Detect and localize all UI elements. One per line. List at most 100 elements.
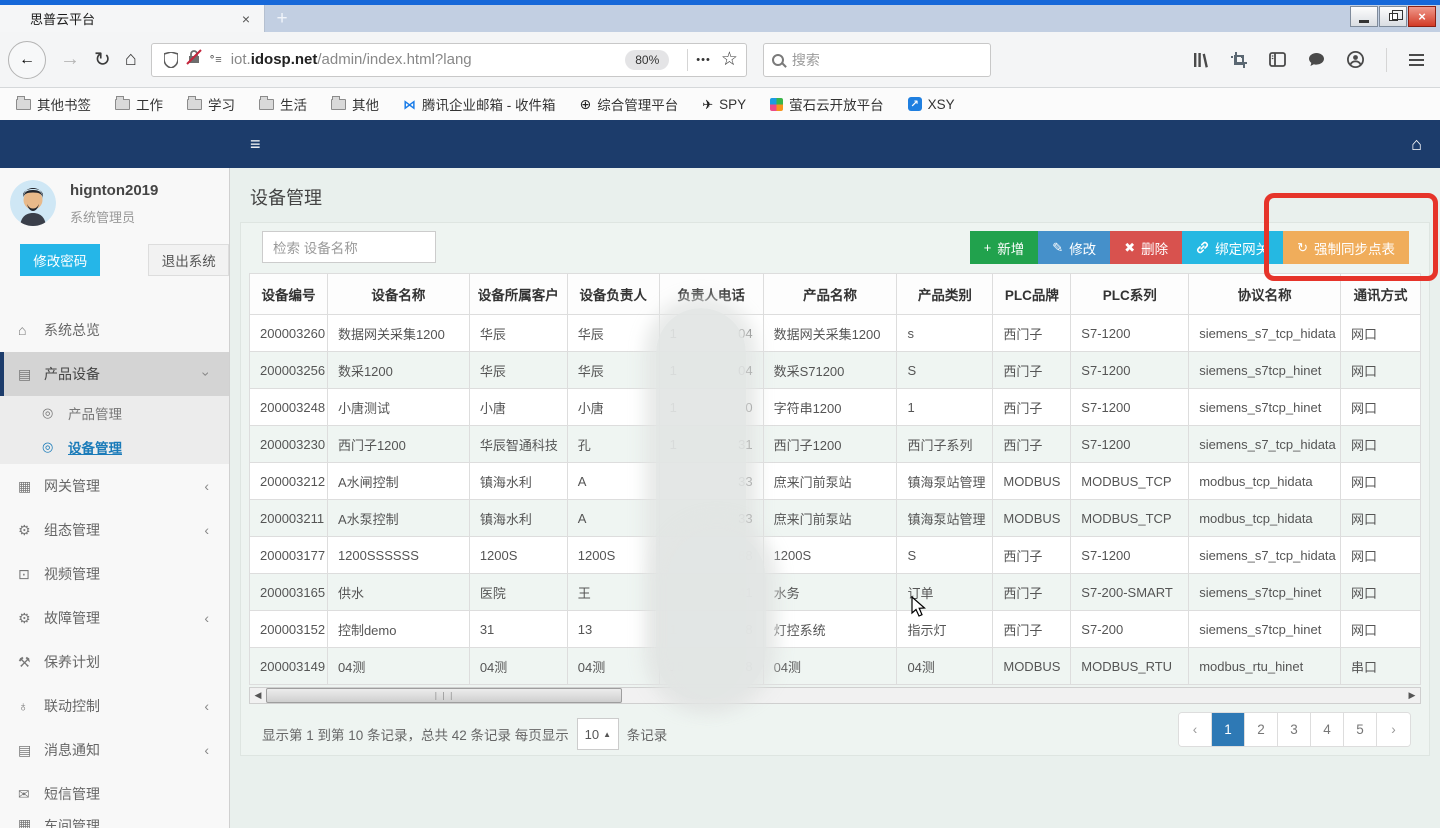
bookmark-spy[interactable]: ✈SPY xyxy=(702,97,746,112)
back-button[interactable]: ← xyxy=(8,41,46,79)
sidebar-item-label: 联动控制 xyxy=(44,696,100,716)
sidebar-item-linkage-control[interactable]: ♁联动控制‹ xyxy=(0,684,229,728)
page-actions-icon[interactable]: ••• xyxy=(696,54,711,66)
scrollbar-thumb[interactable]: ❘❘❘ xyxy=(266,688,622,703)
table-row[interactable]: 200003165供水医院王41水务订单西门子S7-200-SMARTsieme… xyxy=(250,574,1421,611)
messages-icon[interactable] xyxy=(1308,52,1325,67)
table-row[interactable]: 200003256数采1200华辰华辰104数采S71200S西门子S7-120… xyxy=(250,352,1421,389)
menu-icon[interactable] xyxy=(1409,54,1424,66)
sidebar-item-overview[interactable]: ⌂系统总览 xyxy=(0,308,229,352)
close-button[interactable]: × xyxy=(1408,6,1436,27)
page-button-3[interactable]: 3 xyxy=(1278,713,1311,746)
table-row[interactable]: 200003211A水泵控制镇海水利A33庶来门前泵站镇海泵站管理MODBUSM… xyxy=(250,500,1421,537)
table-row[interactable]: 200003230西门子1200华辰智通科技孔131西门子1200西门子系列西门… xyxy=(250,426,1421,463)
bookmark-label: 腾讯企业邮箱 - 收件箱 xyxy=(422,94,556,114)
page-button-5[interactable]: 5 xyxy=(1344,713,1377,746)
table-row[interactable]: 200003248小唐测试小唐小唐10字符串12001西门子S7-1200sie… xyxy=(250,389,1421,426)
browser-tab[interactable]: 思普云平台 × xyxy=(0,5,265,32)
user-panel: hignton2019 系统管理员 修改密码 退出系统 xyxy=(0,168,229,298)
add-button[interactable]: +新增 xyxy=(970,231,1039,264)
bookmark-ezviz-open[interactable]: 萤石云开放平台 xyxy=(770,94,884,114)
folder-icon xyxy=(259,99,274,110)
sidebar-item-message-notify[interactable]: ▤消息通知‹ xyxy=(0,728,229,772)
account-icon[interactable] xyxy=(1347,51,1364,68)
bookmark-other-bookmarks[interactable]: 其他书签 xyxy=(16,94,91,114)
close-icon: × xyxy=(1418,10,1426,23)
pagination-info: 显示第 1 到第 10 条记录，总共 42 条记录 每页显示 10 ▲ 条记录 xyxy=(262,718,667,750)
sidebar-subitem-product-mgmt[interactable]: ◎产品管理 xyxy=(0,396,229,430)
new-tab-button[interactable]: + xyxy=(265,5,299,32)
table-row[interactable]: 20000314904测04测04测15804测04测MODBUSMODBUS_… xyxy=(250,648,1421,685)
sidebar-item-label: 视频管理 xyxy=(44,564,100,584)
restore-button[interactable] xyxy=(1379,6,1407,27)
sidebar-item-maintenance-plan[interactable]: ⚒保养计划 xyxy=(0,640,229,684)
tracking-shield-icon[interactable] xyxy=(164,52,178,68)
url-bar[interactable]: °≡ iot.idosp.net/admin/index.html?lang 8… xyxy=(151,43,747,77)
next-page-button[interactable]: › xyxy=(1377,713,1410,746)
prev-page-button[interactable]: ‹ xyxy=(1179,713,1212,746)
page-size-select[interactable]: 10 ▲ xyxy=(577,718,619,750)
sidebar-item-sms-mgmt[interactable]: ✉短信管理 xyxy=(0,772,229,816)
tab-close-icon[interactable]: × xyxy=(238,11,254,27)
sidebar-toggle-icon[interactable]: ≡ xyxy=(250,134,261,155)
bookmark-mgmt-platform[interactable]: ⊕综合管理平台 xyxy=(580,94,679,114)
sidebar-item-fault-mgmt[interactable]: ⚙故障管理‹ xyxy=(0,596,229,640)
permissions-icon[interactable]: °≡ xyxy=(210,54,223,66)
linkage-control-icon: ♁ xyxy=(18,698,40,714)
edit-button[interactable]: ✎修改 xyxy=(1038,231,1110,264)
cell-brand: 西门子 xyxy=(993,315,1071,352)
sidebar-item-gateway-mgmt[interactable]: ▦网关管理‹ xyxy=(0,464,229,508)
table-row[interactable]: 200003152控制demo311318灯控系统指示灯西门子S7-200sie… xyxy=(250,611,1421,648)
sidebar-item-product-device[interactable]: ▤产品设备› xyxy=(0,352,229,396)
bookmark-other[interactable]: 其他 xyxy=(331,94,379,114)
browser-search-box[interactable]: 搜索 xyxy=(763,43,991,77)
minimize-button[interactable] xyxy=(1350,6,1378,27)
table-row[interactable]: 200003260数据网关采集1200华辰华辰104数据网关采集1200s西门子… xyxy=(250,315,1421,352)
bookmark-study[interactable]: 学习 xyxy=(187,94,235,114)
scroll-left-arrow-icon[interactable]: ◀ xyxy=(250,688,266,703)
screenshot-crop-icon[interactable] xyxy=(1231,52,1247,68)
bookmark-life[interactable]: 生活 xyxy=(259,94,307,114)
delete-button[interactable]: ✖ 删除 xyxy=(1110,231,1182,264)
sidebar-item-video-mgmt[interactable]: ⊡视频管理 xyxy=(0,552,229,596)
browser-home-button[interactable]: ⌂ xyxy=(125,48,137,71)
device-search-input[interactable]: 检索 设备名称 xyxy=(262,231,436,263)
library-icon[interactable] xyxy=(1192,52,1209,68)
cell-protocol: modbus_tcp_hidata xyxy=(1189,500,1341,537)
change-password-button[interactable]: 修改密码 xyxy=(20,244,100,276)
cell-comm: 网口 xyxy=(1341,574,1421,611)
page-button-1[interactable]: 1 xyxy=(1212,713,1245,746)
horizontal-scrollbar[interactable]: ◀ ❘❘❘ ▶ xyxy=(249,687,1421,704)
reload-button[interactable]: ↻ xyxy=(94,47,111,72)
cell-series: S7-1200 xyxy=(1071,389,1189,426)
scroll-right-arrow-icon[interactable]: ▶ xyxy=(1404,688,1420,703)
page-title: 设备管理 xyxy=(250,184,322,210)
bookmark-star-icon[interactable]: ☆ xyxy=(721,48,738,71)
sidebar-subitem-device-mgmt[interactable]: ◎设备管理 xyxy=(0,430,229,464)
zoom-level-badge[interactable]: 80% xyxy=(625,50,669,70)
tencent-mail-icon: ⋈ xyxy=(403,98,416,111)
cross-icon: ✖ xyxy=(1124,240,1135,256)
video-mgmt-icon: ⊡ xyxy=(18,566,40,583)
bookmark-xsy[interactable]: ↗XSY xyxy=(908,97,955,112)
page-size-value: 10 xyxy=(585,727,599,742)
forward-button[interactable]: → xyxy=(60,48,80,71)
page-button-4[interactable]: 4 xyxy=(1311,713,1344,746)
insecure-lock-icon[interactable] xyxy=(186,49,202,70)
column-header: PLC系列 xyxy=(1071,274,1189,315)
table-row[interactable]: 200003212A水闸控制镇海水利A33庶来门前泵站镇海泵站管理MODBUSM… xyxy=(250,463,1421,500)
table-row[interactable]: 2000031771200SSSSSS1200S1200S881200SS西门子… xyxy=(250,537,1421,574)
sidebar-item-workshop-mgmt[interactable]: ▦车间管理 xyxy=(0,816,229,828)
logout-button[interactable]: 退出系统 xyxy=(148,244,229,276)
cell-id: 200003212 xyxy=(250,463,328,500)
cell-series: S7-1200 xyxy=(1071,352,1189,389)
sidebar-item-scada-mgmt[interactable]: ⚙组态管理‹ xyxy=(0,508,229,552)
page-button-2[interactable]: 2 xyxy=(1245,713,1278,746)
sidebars-icon[interactable] xyxy=(1269,52,1286,67)
cell-comm: 网口 xyxy=(1341,389,1421,426)
app-home-icon[interactable]: ⌂ xyxy=(1411,134,1422,155)
button-label: 删除 xyxy=(1141,238,1168,258)
bookmark-work[interactable]: 工作 xyxy=(115,94,163,114)
bookmark-tencent-mail[interactable]: ⋈ 腾讯企业邮箱 - 收件箱 xyxy=(403,94,556,114)
url-text[interactable]: iot.idosp.net/admin/index.html?lang xyxy=(231,51,622,68)
